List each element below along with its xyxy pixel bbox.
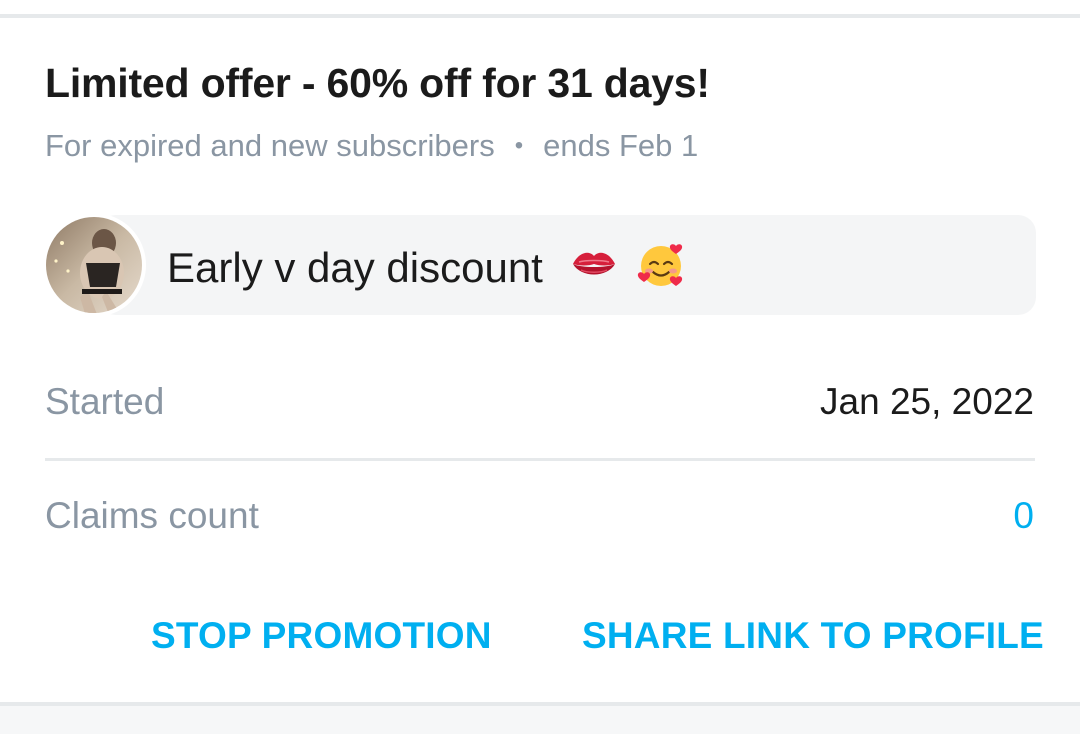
promotion-end-date: ends Feb 1	[543, 128, 699, 163]
started-label: Started	[45, 381, 165, 422]
promotion-message: Early v day discount	[167, 240, 686, 292]
promotion-subtitle: For expired and new subscribers • ends Feb…	[45, 128, 698, 164]
promotion-audience: For expired and new subscribers	[45, 128, 495, 163]
next-card-edge	[0, 706, 1080, 734]
avatar-image	[42, 213, 146, 317]
stop-promotion-button[interactable]: STOP PROMOTION	[151, 615, 492, 657]
claims-count-value[interactable]: 0	[1013, 495, 1034, 537]
share-link-to-profile-button[interactable]: SHARE LINK TO PROFILE	[582, 615, 1044, 657]
promotion-message-text: Early v day discount	[167, 244, 543, 291]
claims-count-label: Claims count	[45, 495, 259, 536]
promotion-card	[0, 18, 1080, 702]
separator-dot: •	[514, 132, 524, 159]
promotion-title: Limited offer - 60% off for 31 days!	[45, 60, 710, 106]
avatar[interactable]	[42, 213, 146, 317]
started-date: Jan 25, 2022	[820, 381, 1034, 422]
kiss-mark-icon	[572, 252, 615, 275]
row-divider	[45, 458, 1035, 461]
smiling-face-with-hearts-icon	[638, 244, 683, 286]
